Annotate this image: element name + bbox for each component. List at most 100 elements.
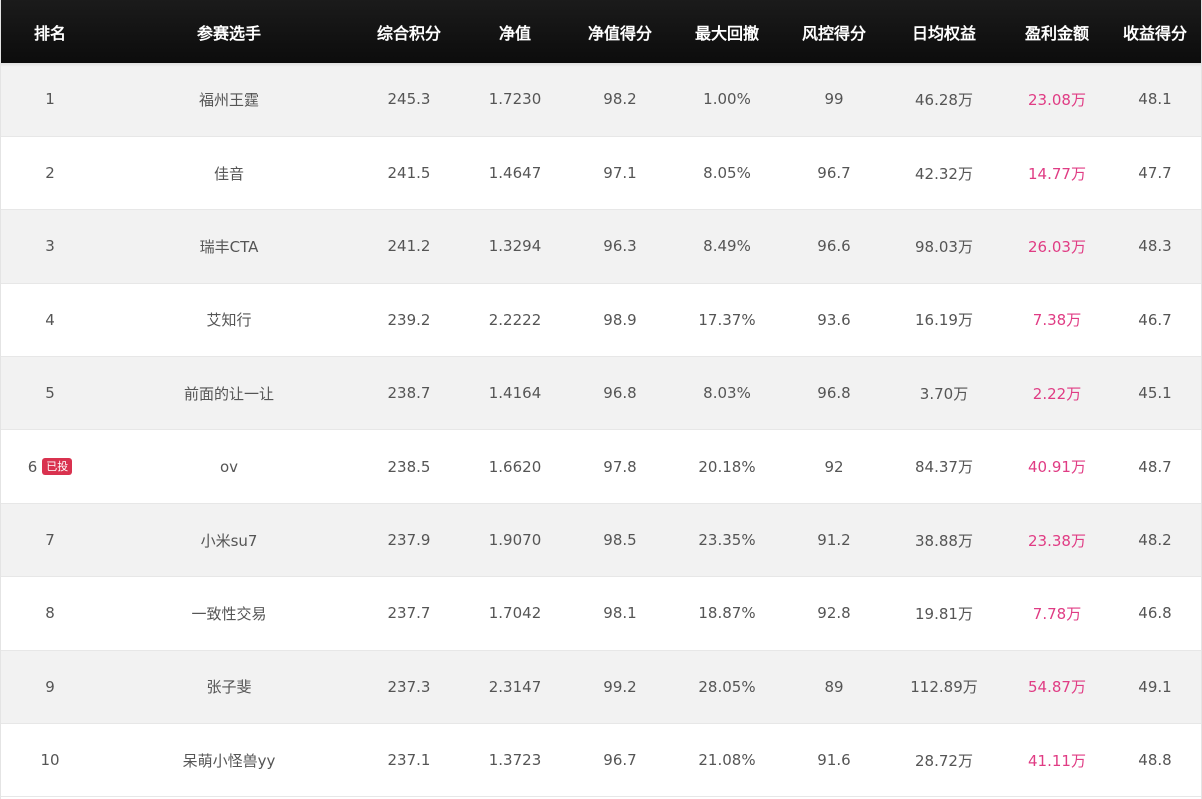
cell-nav-score: 99.2 bbox=[603, 677, 637, 696]
rank-number: 4 bbox=[45, 310, 55, 329]
cell-player[interactable]: 一致性交易 bbox=[99, 577, 359, 650]
cell-daily-equity: 42.32万 bbox=[915, 164, 973, 183]
cell-rank: 2 bbox=[1, 136, 99, 209]
cell-max-drawdown: 1.00% bbox=[703, 90, 751, 109]
table-row[interactable]: 1 福州王霆 245.3 1.7230 98.2 1.00% 99 46.28万 23.08万 4… bbox=[1, 63, 1201, 137]
header-nav[interactable]: 净值 bbox=[459, 0, 571, 63]
cell-nav-score: 98.5 bbox=[603, 531, 637, 550]
cell-daily-equity: 38.88万 bbox=[915, 531, 973, 550]
table-row[interactable]: 8 一致性交易 237.7 1.7042 98.1 18.87% 92.8 19.81万 7.7… bbox=[1, 576, 1201, 651]
table-row[interactable]: 6 已投 ov 238.5 1.6620 97.8 20.18% 92 84.37万 40.91万… bbox=[1, 429, 1201, 504]
cell-nav: 1.4164 bbox=[488, 384, 542, 403]
cell-max-drawdown: 17.37% bbox=[698, 310, 756, 329]
ranking-table: 排名 参赛选手 综合积分 净值 净值得分 最大回撤 风控得分 日均权益 盈利金额… bbox=[1, 0, 1201, 797]
table-row[interactable]: 3 瑞丰CTA 241.2 1.3294 96.3 8.49% 96.6 98.03万 26.0… bbox=[1, 209, 1201, 284]
header-max-drawdown[interactable]: 最大回撤 bbox=[669, 0, 785, 63]
header-risk-score[interactable]: 风控得分 bbox=[785, 0, 883, 63]
cell-max-drawdown: 20.18% bbox=[698, 457, 756, 476]
cell-nav-score: 96.7 bbox=[603, 751, 637, 770]
cell-total-score: 237.3 bbox=[387, 677, 431, 696]
table-row[interactable]: 5 前面的让一让 238.7 1.4164 96.8 8.03% 96.8 3.70万 2.22… bbox=[1, 356, 1201, 430]
cell-max-drawdown: 8.49% bbox=[703, 237, 751, 256]
cell-daily-equity: 46.28万 bbox=[915, 90, 973, 109]
cell-nav-score: 98.9 bbox=[603, 310, 637, 329]
cell-return-score: 48.2 bbox=[1138, 531, 1172, 550]
rank-number: 6 bbox=[27, 457, 38, 476]
cell-profit: 23.08万 bbox=[1028, 90, 1086, 109]
cell-player[interactable]: 张子斐 bbox=[99, 650, 359, 723]
cell-player[interactable]: 呆萌小怪兽yy bbox=[99, 724, 359, 797]
cell-nav: 1.7042 bbox=[488, 604, 542, 623]
header-player[interactable]: 参赛选手 bbox=[99, 0, 359, 63]
cell-nav: 2.3147 bbox=[488, 677, 542, 696]
cell-player[interactable]: 艾知行 bbox=[99, 283, 359, 356]
cell-risk-score: 96.8 bbox=[817, 384, 851, 403]
cell-profit: 7.78万 bbox=[1032, 604, 1082, 623]
cell-daily-equity: 3.70万 bbox=[919, 384, 969, 403]
cell-player[interactable]: 福州王霆 bbox=[99, 63, 359, 136]
cell-total-score: 239.2 bbox=[387, 310, 431, 329]
cell-return-score: 48.3 bbox=[1138, 237, 1172, 256]
cell-profit: 14.77万 bbox=[1028, 164, 1086, 183]
cell-daily-equity: 112.89万 bbox=[910, 678, 978, 697]
cell-total-score: 241.2 bbox=[387, 237, 431, 256]
cell-risk-score: 89 bbox=[824, 677, 844, 696]
cell-total-score: 238.7 bbox=[387, 384, 431, 403]
cell-nav: 1.9070 bbox=[488, 531, 542, 550]
cell-max-drawdown: 21.08% bbox=[698, 751, 756, 770]
cell-daily-equity: 28.72万 bbox=[915, 751, 973, 770]
cell-daily-equity: 19.81万 bbox=[915, 604, 973, 623]
cell-nav: 1.7230 bbox=[488, 90, 542, 109]
cell-max-drawdown: 8.05% bbox=[703, 164, 751, 183]
cell-profit: 54.87万 bbox=[1028, 678, 1086, 697]
ranking-table-container: 排名 参赛选手 综合积分 净值 净值得分 最大回撤 风控得分 日均权益 盈利金额… bbox=[0, 0, 1202, 799]
table-row[interactable]: 9 张子斐 237.3 2.3147 99.2 28.05% 89 112.89万 54.87万… bbox=[1, 650, 1201, 724]
cell-player[interactable]: 瑞丰CTA bbox=[99, 210, 359, 283]
cell-total-score: 237.1 bbox=[387, 751, 431, 770]
cell-nav-score: 96.8 bbox=[603, 384, 637, 403]
header-rank[interactable]: 排名 bbox=[1, 0, 99, 63]
cell-rank: 5 bbox=[1, 357, 99, 430]
rank-number: 9 bbox=[45, 677, 55, 696]
cell-player[interactable]: 佳音 bbox=[99, 136, 359, 209]
header-total-score[interactable]: 综合积分 bbox=[359, 0, 459, 63]
cell-daily-equity: 98.03万 bbox=[915, 237, 973, 256]
cell-return-score: 48.7 bbox=[1138, 457, 1172, 476]
table-row[interactable]: 2 佳音 241.5 1.4647 97.1 8.05% 96.7 42.32万 14.77万 4… bbox=[1, 136, 1201, 210]
cell-risk-score: 93.6 bbox=[817, 310, 851, 329]
rank-number: 10 bbox=[40, 751, 60, 770]
cell-risk-score: 96.6 bbox=[817, 237, 851, 256]
cell-nav-score: 98.1 bbox=[603, 604, 637, 623]
table-body: 1 福州王霆 245.3 1.7230 98.2 1.00% 99 46.28万 23.08万 4… bbox=[1, 63, 1201, 797]
table-row[interactable]: 4 艾知行 239.2 2.2222 98.9 17.37% 93.6 16.19万 7.38万… bbox=[1, 283, 1201, 357]
cell-risk-score: 92.8 bbox=[817, 604, 851, 623]
cell-profit: 41.11万 bbox=[1028, 751, 1086, 770]
cell-profit: 23.38万 bbox=[1028, 531, 1086, 550]
table-row[interactable]: 7 小米su7 237.9 1.9070 98.5 23.35% 91.2 38.88万 23.… bbox=[1, 503, 1201, 577]
cell-risk-score: 99 bbox=[824, 90, 844, 109]
cell-return-score: 48.8 bbox=[1138, 751, 1172, 770]
rank-number: 7 bbox=[45, 531, 55, 550]
cell-player[interactable]: 前面的让一让 bbox=[99, 357, 359, 430]
header-return-score[interactable]: 收益得分 bbox=[1109, 0, 1201, 63]
invested-badge: 已投 bbox=[42, 457, 73, 475]
cell-player[interactable]: 小米su7 bbox=[99, 503, 359, 576]
cell-rank: 3 bbox=[1, 210, 99, 283]
cell-daily-equity: 16.19万 bbox=[915, 311, 973, 330]
rank-number: 2 bbox=[45, 164, 55, 183]
cell-rank: 4 bbox=[1, 283, 99, 356]
cell-nav: 1.6620 bbox=[488, 457, 542, 476]
cell-total-score: 237.7 bbox=[387, 604, 431, 623]
header-profit[interactable]: 盈利金额 bbox=[1005, 0, 1109, 63]
cell-return-score: 48.1 bbox=[1138, 90, 1172, 109]
cell-total-score: 241.5 bbox=[387, 164, 431, 183]
cell-profit: 2.22万 bbox=[1032, 384, 1082, 403]
header-daily-equity[interactable]: 日均权益 bbox=[883, 0, 1005, 63]
cell-player[interactable]: ov bbox=[99, 430, 359, 503]
cell-daily-equity: 84.37万 bbox=[915, 458, 973, 477]
table-row[interactable]: 10 呆萌小怪兽yy 237.1 1.3723 96.7 21.08% 91.6 28.72万… bbox=[1, 723, 1201, 797]
cell-total-score: 245.3 bbox=[387, 90, 431, 109]
cell-nav-score: 96.3 bbox=[603, 237, 637, 256]
header-nav-score[interactable]: 净值得分 bbox=[571, 0, 669, 63]
cell-nav: 1.3723 bbox=[488, 751, 542, 770]
